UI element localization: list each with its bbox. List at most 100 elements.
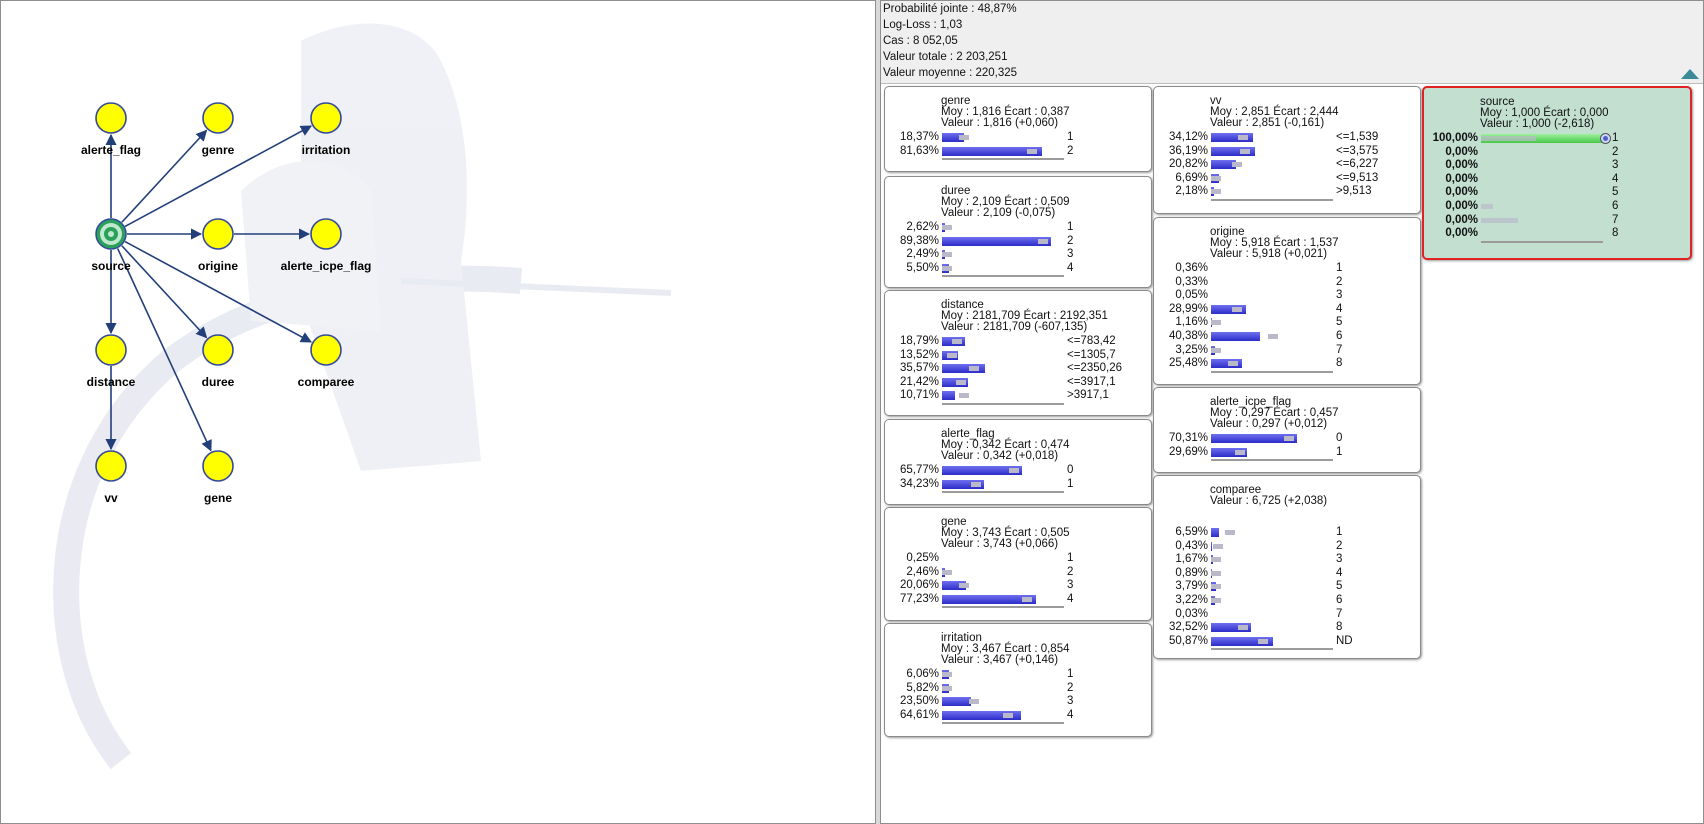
state-row[interactable]: 0,36% 1	[1154, 262, 1414, 276]
state-row[interactable]: 2,18% >9,513	[1154, 185, 1414, 199]
monitor-card-irritation[interactable]: irritation Moy : 3,467 Écart : 0,854 Valeu…	[884, 623, 1152, 737]
state-row[interactable]: 36,19% <=3,575	[1154, 145, 1414, 159]
node-alerte_flag[interactable]	[95, 102, 127, 134]
state-label: 1	[1067, 668, 1074, 680]
state-row[interactable]: 1,16% 5	[1154, 316, 1414, 330]
state-row[interactable]: 1,67% 3	[1154, 553, 1414, 567]
state-row[interactable]: 0,00% 3	[1424, 159, 1684, 173]
monitor-card-gene[interactable]: gene Moy : 3,743 Écart : 0,505 Valeur : 3,…	[884, 507, 1152, 621]
bar-axis-line	[1211, 459, 1333, 462]
probability-track	[942, 464, 1064, 478]
state-row[interactable]: 0,03% 7	[1154, 608, 1414, 622]
state-row[interactable]: 3,79% 5	[1154, 580, 1414, 594]
state-row[interactable]: 34,23% 1	[885, 478, 1145, 492]
monitor-card-distance[interactable]: distance Moy : 2181,709 Écart : 2192,351 V…	[884, 290, 1152, 416]
state-row[interactable]: 20,82% <=6,227	[1154, 158, 1414, 172]
monitor-card-duree[interactable]: duree Moy : 2,109 Écart : 0,509 Valeur : 2…	[884, 176, 1152, 288]
state-row[interactable]: 13,52% <=1305,7	[885, 349, 1145, 363]
state-row[interactable]: 0,00% 7	[1424, 214, 1684, 228]
prior-marker	[942, 672, 952, 677]
monitor-card-alerte_icpe_flag[interactable]: alerte_icpe_flag Moy : 0,297 Écart : 0,45…	[1153, 387, 1421, 473]
state-row[interactable]: 0,00% 2	[1424, 146, 1684, 160]
monitor-card-source[interactable]: source Moy : 1,000 Écart : 0,000 Valeur : …	[1422, 86, 1692, 260]
probability-bar	[942, 236, 1052, 246]
state-probability: 70,31%	[1168, 432, 1208, 444]
probability-track	[942, 682, 1064, 696]
node-comparee[interactable]	[310, 334, 342, 366]
prior-marker	[1240, 148, 1251, 154]
state-label: 2	[1067, 144, 1074, 157]
state-row[interactable]: 34,12% <=1,539	[1154, 131, 1414, 145]
prior-marker	[942, 265, 952, 271]
state-row[interactable]: 29,69% 1	[1154, 446, 1414, 460]
state-row[interactable]: 0,25% 1	[885, 552, 1145, 566]
node-origine[interactable]	[202, 218, 234, 250]
state-row[interactable]: 6,59% 1	[1154, 526, 1414, 540]
state-row[interactable]: 64,61% 4	[885, 709, 1145, 723]
state-row[interactable]: 0,00% 6	[1424, 200, 1684, 214]
state-row[interactable]: 2,62% 1	[885, 221, 1145, 235]
monitor-card-alerte_flag[interactable]: alerte_flag Moy : 0,342 Écart : 0,474 Vale…	[884, 419, 1152, 505]
state-row[interactable]: 0,89% 4	[1154, 567, 1414, 581]
state-row[interactable]: 28,99% 4	[1154, 303, 1414, 317]
state-row[interactable]: 32,52% 8	[1154, 621, 1414, 635]
node-irritation[interactable]	[310, 102, 342, 134]
state-row[interactable]: 65,77% 0	[885, 464, 1145, 478]
bar-axis-line	[1481, 240, 1603, 243]
state-probability: 0,00%	[1445, 227, 1478, 240]
selected-state-radio-icon[interactable]	[1600, 133, 1611, 144]
node-label-origine: origine	[197, 259, 239, 273]
state-row[interactable]: 3,25% 7	[1154, 344, 1414, 358]
node-distance[interactable]	[95, 334, 127, 366]
prior-marker	[942, 225, 952, 230]
monitor-panel[interactable]: Probabilité jointe : 48,87% Log-Loss : 1…	[880, 0, 1704, 824]
probability-track	[1211, 316, 1333, 330]
node-duree[interactable]	[202, 334, 234, 366]
state-row[interactable]: 25,48% 8	[1154, 357, 1414, 371]
state-row[interactable]: 0,00% 4	[1424, 173, 1684, 187]
state-row[interactable]: 0,05% 3	[1154, 289, 1414, 303]
state-row[interactable]: 6,69% <=9,513	[1154, 172, 1414, 186]
state-row[interactable]: 35,57% <=2350,26	[885, 362, 1145, 376]
state-row[interactable]: 23,50% 3	[885, 695, 1145, 709]
state-row[interactable]: 21,42% <=3917,1	[885, 376, 1145, 390]
state-row[interactable]: 18,37% 1	[885, 131, 1145, 145]
state-row[interactable]: 6,06% 1	[885, 668, 1145, 682]
state-row[interactable]: 40,38% 6	[1154, 330, 1414, 344]
node-vv[interactable]	[95, 450, 127, 482]
state-row[interactable]: 18,79% <=783,42	[885, 335, 1145, 349]
state-row[interactable]: 3,22% 6	[1154, 594, 1414, 608]
state-row[interactable]: 0,00% 8	[1424, 227, 1684, 241]
monitor-card-vv[interactable]: vv Moy : 2,851 Écart : 2,444 Valeur : 2,85…	[1153, 86, 1421, 214]
state-row[interactable]: 2,46% 2	[885, 566, 1145, 580]
probability-track	[942, 695, 1064, 709]
state-row[interactable]: 89,38% 2	[885, 235, 1145, 249]
state-row[interactable]: 50,87% ND	[1154, 635, 1414, 649]
monitor-card-origine[interactable]: origine Moy : 5,918 Écart : 1,537 Valeur :…	[1153, 217, 1421, 385]
state-row[interactable]: 2,49% 3	[885, 248, 1145, 262]
state-row[interactable]: 5,82% 2	[885, 682, 1145, 696]
state-row[interactable]: 100,00% 1	[1424, 132, 1684, 146]
node-genre[interactable]	[202, 102, 234, 134]
state-label: 7	[1336, 607, 1343, 620]
collapse-up-icon[interactable]	[1681, 69, 1699, 79]
card-value: Valeur : 0,342 (+0,018)	[941, 450, 1059, 462]
monitor-card-genre[interactable]: genre Moy : 1,816 Écart : 0,387 Valeur : 1…	[884, 86, 1152, 172]
state-row[interactable]: 81,63% 2	[885, 145, 1145, 159]
network-graph-canvas[interactable]	[1, 1, 875, 823]
state-row[interactable]: 0,33% 2	[1154, 276, 1414, 290]
state-row[interactable]: 70,31% 0	[1154, 432, 1414, 446]
node-alerte_icpe_flag[interactable]	[310, 218, 342, 250]
network-graph-panel[interactable]: alerte_flag genre irritation source origine a…	[0, 0, 876, 824]
state-row[interactable]: 0,43% 2	[1154, 540, 1414, 554]
probability-bar	[1211, 541, 1212, 551]
state-row[interactable]: 5,50% 4	[885, 262, 1145, 276]
state-label: <=9,513	[1336, 171, 1379, 184]
state-row[interactable]: 10,71% >3917,1	[885, 389, 1145, 403]
state-row[interactable]: 20,06% 3	[885, 579, 1145, 593]
state-row[interactable]: 0,00% 5	[1424, 186, 1684, 200]
state-row[interactable]: 77,23% 4	[885, 593, 1145, 607]
node-gene[interactable]	[202, 450, 234, 482]
monitor-card-comparee[interactable]: comparee Valeur : 6,725 (+2,038) 6,59% 1 0,4…	[1153, 475, 1421, 659]
node-source[interactable]	[95, 218, 127, 250]
